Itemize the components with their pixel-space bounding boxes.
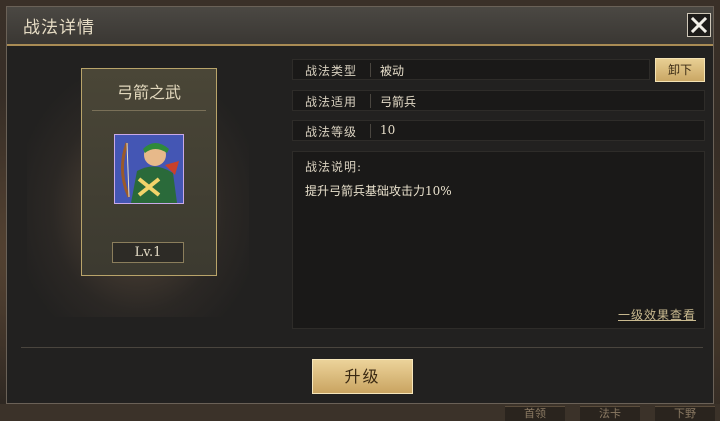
unequip-button[interactable]: 卸下 [655,58,705,82]
row-label: 战法等级 [305,125,358,139]
close-icon [690,16,708,34]
description-text: 提升弓箭兵基础攻击力10% [305,184,452,198]
dialog-title: 战法详情 [23,18,95,38]
row-value: 10 [380,123,396,137]
row-separator [370,124,371,138]
row-separator [370,94,371,108]
footer-divider [21,347,703,348]
skill-name: 弓箭之武 [116,83,181,102]
archer-general-icon [114,134,184,204]
row-value: 被动 [380,64,405,78]
upgrade-button[interactable]: 升级 [312,359,413,394]
row-separator [370,63,371,77]
info-row-applicable: 战法适用 弓箭兵 [292,90,705,111]
info-row-level: 战法等级 10 [292,120,705,141]
info-row-type: 战法类型 被动 [292,59,650,80]
card-divider [92,110,206,111]
background-tab-strip: 首领 法卡 下野 [0,404,720,421]
skill-card: 弓箭之武 Lv.1 [81,68,217,276]
description-title: 战法说明: [305,160,363,174]
row-label: 战法适用 [305,95,358,109]
background-tab-3: 下野 [655,406,715,421]
dialog-titlebar: 战法详情 [7,7,713,46]
row-value: 弓箭兵 [380,95,417,109]
background-tab-2: 法卡 [580,406,640,421]
level-effect-link[interactable]: 一级效果查看 [618,306,696,323]
skill-detail-dialog: 战法详情 弓箭之武 Lv.1 战法类型 被动 卸下 战法适用 弓箭兵 战法等级 … [6,6,714,404]
row-label: 战法类型 [305,64,358,78]
close-button[interactable] [687,13,711,37]
background-tab-1: 首领 [505,406,565,421]
skill-level-badge: Lv.1 [112,242,184,263]
description-box: 战法说明: 提升弓箭兵基础攻击力10% 一级效果查看 [292,151,705,329]
